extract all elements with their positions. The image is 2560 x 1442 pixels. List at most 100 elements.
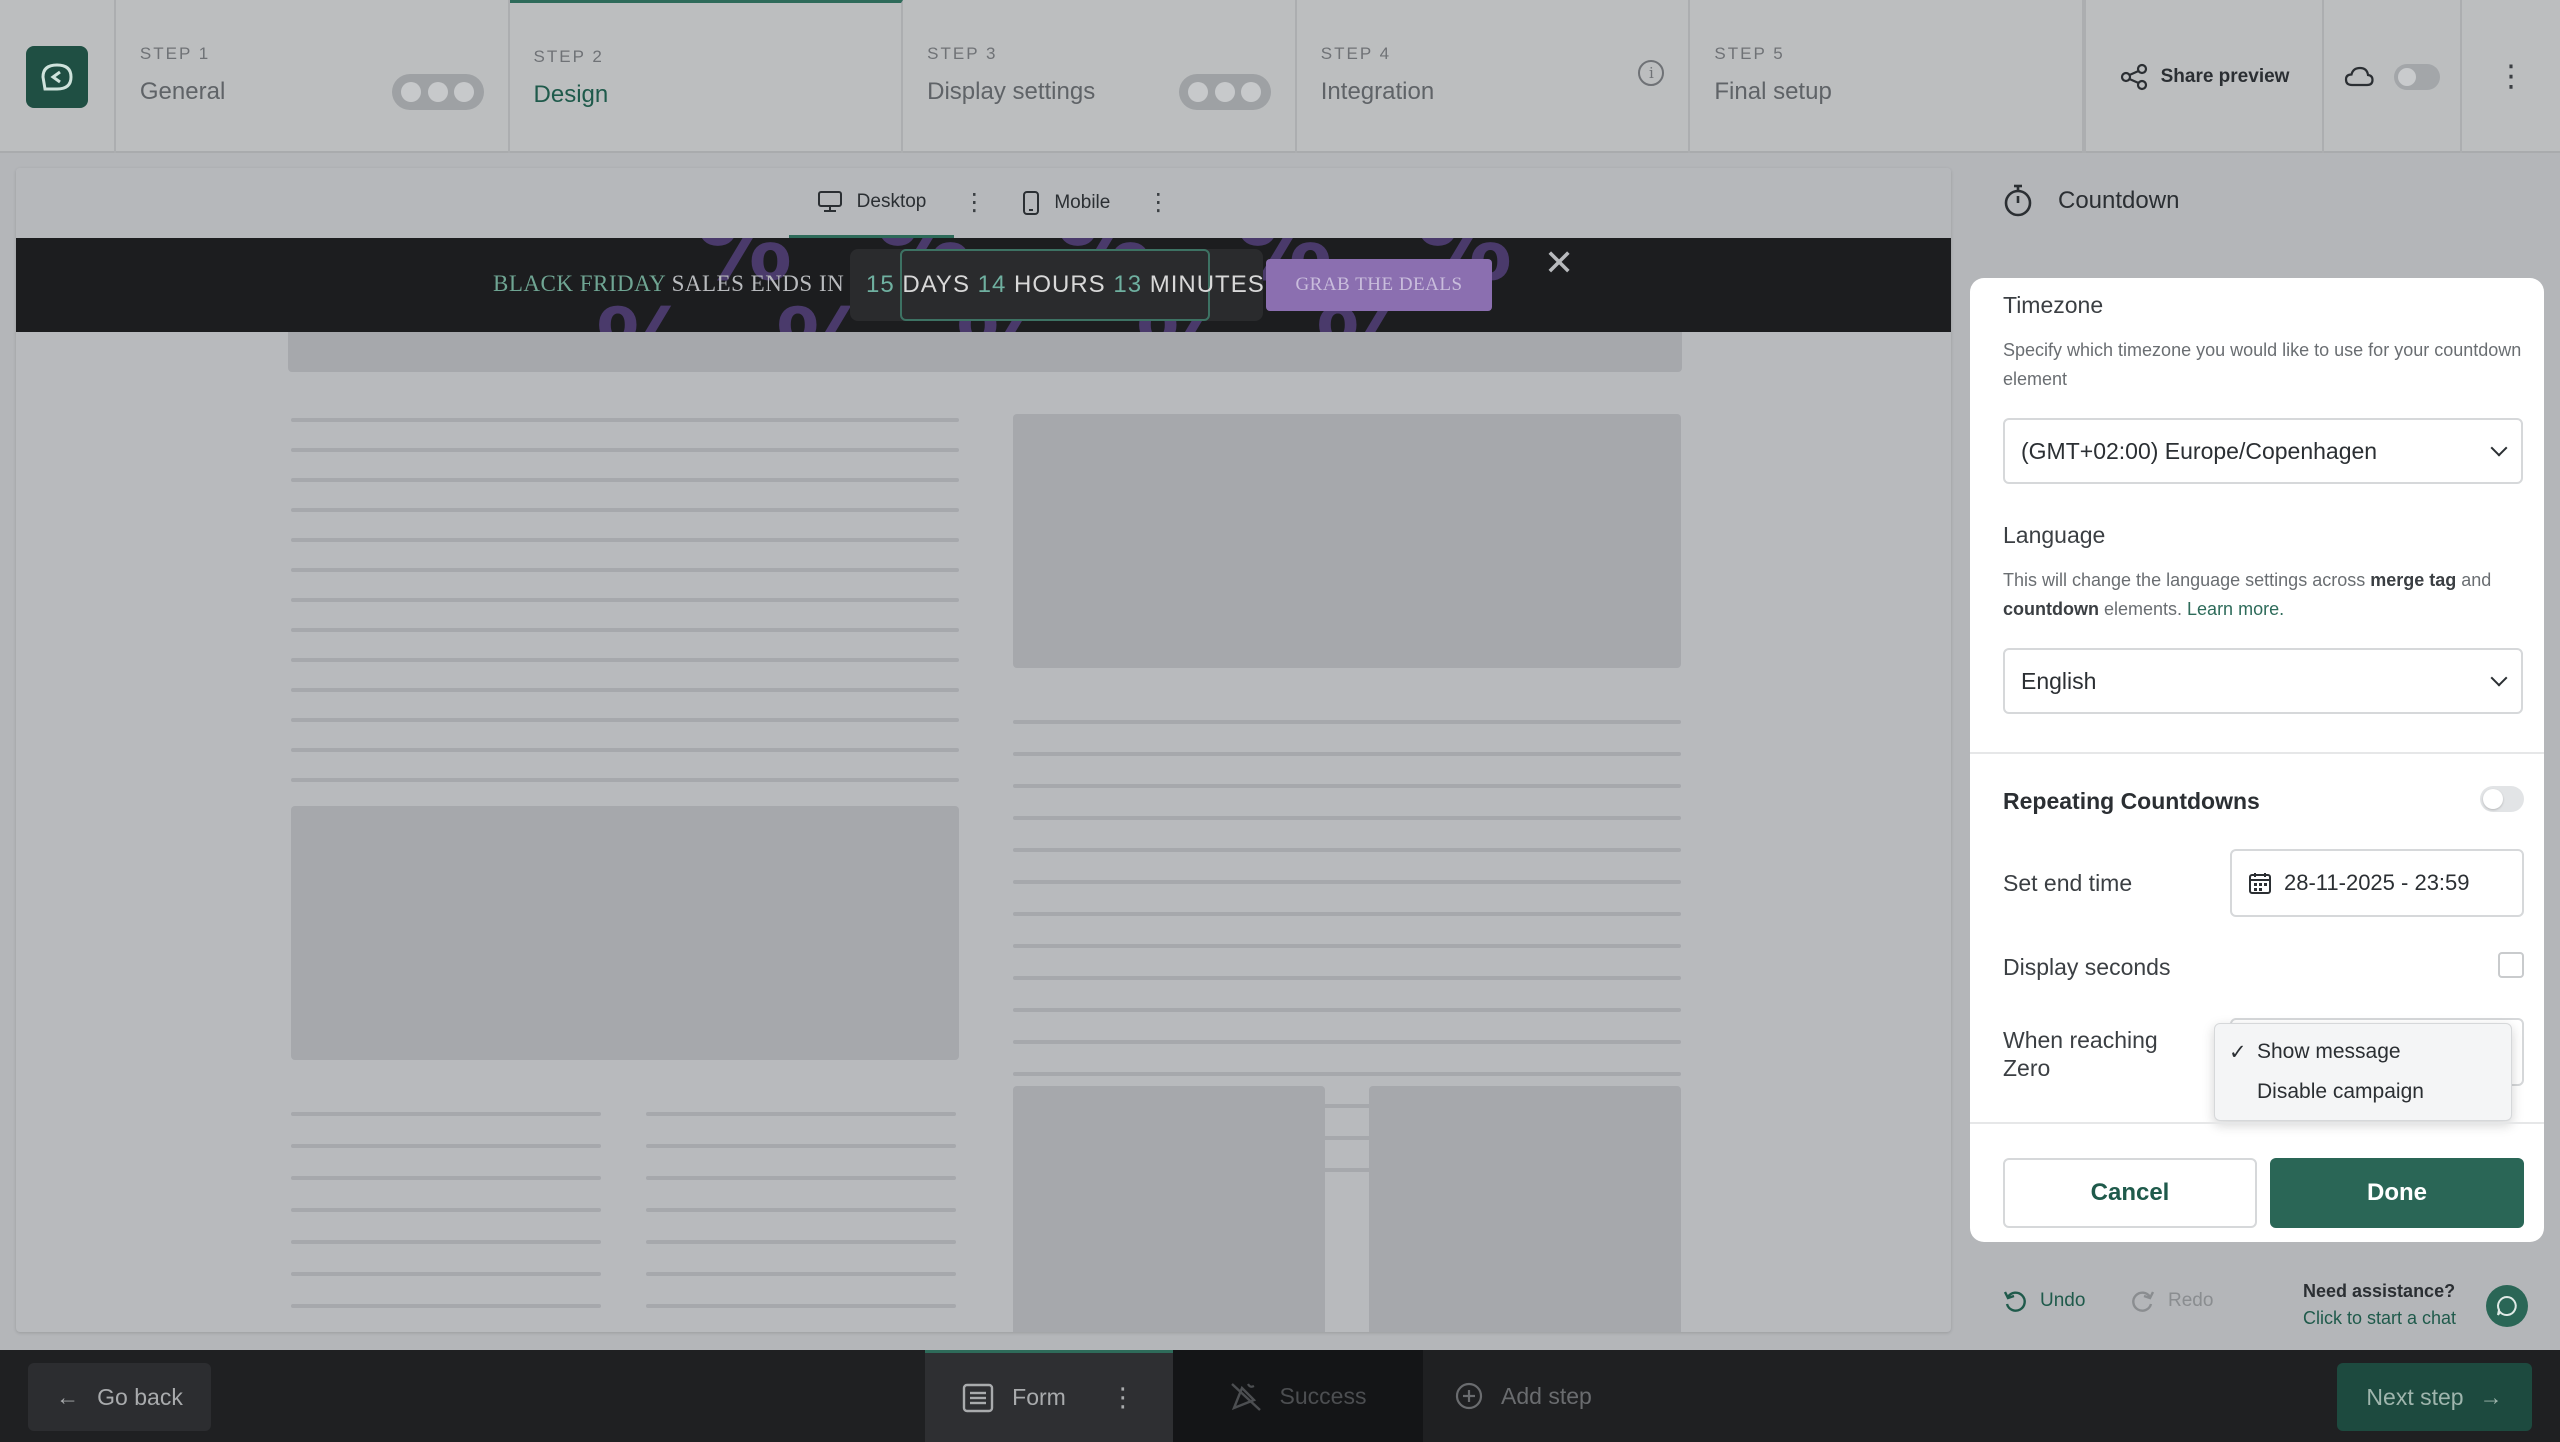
placeholder-line (1013, 912, 1681, 916)
arrow-right-icon: → (2479, 1383, 2503, 1410)
merge-tag-term: merge tag (2370, 570, 2457, 590)
panel-title: Countdown (2058, 187, 2180, 214)
language-desc-text: elements. (2098, 599, 2188, 619)
chevron-down-icon (2490, 439, 2508, 457)
step-display-toggle[interactable] (1178, 74, 1271, 110)
minutes-value: 13 (1113, 271, 1143, 298)
placeholder-line (291, 658, 959, 662)
stopwatch-icon (2004, 184, 2032, 217)
step-name: Final setup (1714, 78, 1832, 105)
placeholder-line (1013, 976, 1681, 980)
autosave-toggle[interactable] (2394, 63, 2441, 90)
assist-link[interactable]: Click to start a chat (2303, 1305, 2456, 1332)
step-display-settings[interactable]: STEP 3 Display settings (903, 0, 1297, 153)
placeholder-line (646, 1208, 956, 1212)
placeholder-line (291, 1304, 601, 1308)
zero-label-line: When reaching (2003, 1027, 2158, 1053)
step-integration[interactable]: STEP 4 Integration i (1297, 0, 1691, 153)
assist-title: Need assistance? (2303, 1281, 2456, 1301)
redo-icon (2132, 1291, 2155, 1312)
chevron-down-icon (2490, 669, 2508, 687)
form-icon (962, 1383, 994, 1412)
grab-deals-button[interactable]: GRAB THE DEALS (1266, 259, 1492, 311)
add-step-label: Add step (1501, 1382, 1592, 1409)
plus-circle-icon (1455, 1382, 1483, 1410)
calendar-icon (2249, 873, 2271, 894)
checkmark-icon: ✓ (2229, 1041, 2247, 1064)
tab-mobile[interactable]: Mobile (994, 168, 1138, 238)
when-reaching-zero-label: When reaching Zero (2003, 1026, 2158, 1082)
placeholder-line (291, 778, 959, 782)
tab-desktop-label: Desktop (856, 190, 927, 212)
hours-value: 14 (977, 271, 1007, 298)
top-actions: Share preview ⋮ (2084, 0, 2560, 153)
form-menu-icon[interactable]: ⋮ (1110, 1382, 1136, 1413)
next-step-label: Next step (2366, 1383, 2464, 1410)
party-icon (1230, 1383, 1261, 1411)
placeholder-line (291, 568, 959, 572)
end-time-field[interactable]: 28-11-2025 - 23:59 (2230, 849, 2524, 917)
language-select[interactable]: English (2003, 648, 2523, 714)
done-button[interactable]: Done (2270, 1158, 2524, 1228)
placeholder-image (1013, 1086, 1325, 1332)
placeholder-header (288, 332, 1682, 372)
countdown-banner[interactable]: % % % % % % % % % % BLACK FRIDAY SALES E… (16, 238, 1951, 332)
display-seconds-label: Display seconds (2003, 954, 2171, 980)
repeating-countdowns-toggle[interactable] (2480, 786, 2524, 812)
undo-button[interactable]: Undo (2002, 1288, 2085, 1314)
option-show-message[interactable]: Show message (2257, 1040, 2401, 1064)
placeholder-line (1013, 944, 1681, 948)
preview-canvas: Desktop ⋮ Mobile ⋮ % % % % % % % % % % B… (16, 168, 1951, 1332)
more-options-icon[interactable]: ⋮ (2460, 0, 2560, 153)
placeholder-line (1013, 752, 1681, 756)
learn-more-link[interactable]: Learn more. (2187, 599, 2284, 619)
timer-text: 15 DAYS 14 HOURS 13 MINUTES (866, 271, 1265, 299)
step-design[interactable]: STEP 2 Design (509, 0, 904, 153)
redo-button[interactable]: Redo (2130, 1288, 2213, 1314)
section-divider (1970, 752, 2544, 754)
device-switcher: Desktop ⋮ Mobile ⋮ (16, 168, 1951, 238)
timezone-select[interactable]: (GMT+02:00) Europe/Copenhagen (2003, 418, 2523, 484)
go-back-button[interactable]: ← Go back (28, 1363, 211, 1431)
repeating-countdowns-label: Repeating Countdowns (2003, 788, 2260, 814)
step-final-setup[interactable]: STEP 5 Final setup (1690, 0, 2085, 153)
placeholder-line (1013, 1008, 1681, 1012)
placeholder-line (291, 1112, 601, 1116)
redo-label: Redo (2168, 1290, 2214, 1311)
desktop-menu-icon[interactable]: ⋮ (954, 168, 994, 238)
tab-success-label: Success (1279, 1382, 1367, 1409)
chat-button[interactable] (2486, 1285, 2528, 1327)
cancel-button[interactable]: Cancel (2003, 1158, 2257, 1228)
placeholder-line (291, 748, 959, 752)
placeholder-image (291, 806, 959, 1060)
step-general-toggle[interactable] (391, 74, 484, 110)
countdown-timer[interactable]: 15 DAYS 14 HOURS 13 MINUTES (850, 249, 1265, 321)
arrow-left-icon: ← (56, 1383, 80, 1410)
placeholder-line (291, 1144, 601, 1148)
add-step-button[interactable]: Add step (1455, 1350, 1592, 1442)
placeholder-image (1369, 1086, 1681, 1332)
next-step-button[interactable]: Next step → (2337, 1363, 2532, 1431)
hours-label: HOURS (1014, 271, 1106, 298)
end-time-value: 28-11-2025 - 23:59 (2284, 870, 2470, 895)
mobile-menu-icon[interactable]: ⋮ (1138, 168, 1178, 238)
placeholder-line (291, 628, 959, 632)
step-number: STEP 2 (533, 47, 604, 66)
display-seconds-checkbox[interactable] (2498, 952, 2524, 978)
share-preview-button[interactable]: Share preview (2084, 0, 2322, 153)
app-logo[interactable] (25, 45, 88, 108)
tab-form[interactable]: Form ⋮ (925, 1350, 1173, 1442)
close-icon[interactable]: ✕ (1544, 242, 1574, 284)
tab-success[interactable]: Success (1173, 1350, 1423, 1442)
option-disable-campaign[interactable]: Disable campaign (2257, 1080, 2424, 1104)
assistance-prompt[interactable]: Need assistance? Click to start a chat (2303, 1278, 2456, 1332)
placeholder-line (291, 478, 959, 482)
step-name: Design (533, 81, 609, 108)
step-general[interactable]: STEP 1 General (116, 0, 510, 153)
tab-desktop[interactable]: Desktop (788, 168, 955, 238)
logo-cell (0, 0, 116, 153)
minutes-label: MINUTES (1149, 271, 1265, 298)
zero-action-dropdown: ✓ Show message Disable campaign (2214, 1023, 2512, 1121)
chat-icon (2497, 1295, 2517, 1316)
go-back-label: Go back (97, 1383, 183, 1410)
